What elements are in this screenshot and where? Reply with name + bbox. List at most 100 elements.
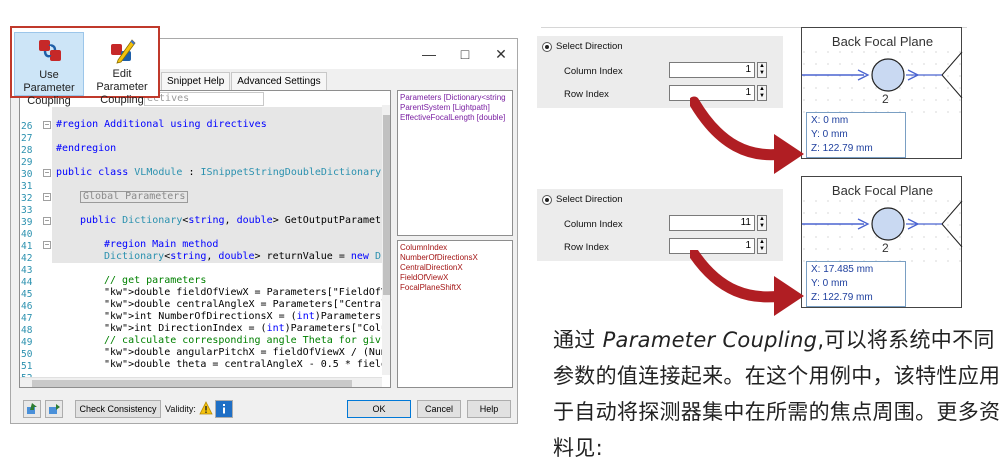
- line-number: 50: [21, 349, 33, 360]
- code-vertical-scrollbar[interactable]: [382, 105, 390, 375]
- column-index-stepper[interactable]: ▲ ▼: [757, 62, 767, 78]
- list-item[interactable]: Parameters [Dictionary<string: [400, 93, 510, 103]
- maximize-icon[interactable]: □: [455, 45, 475, 63]
- fold-toggle-icon[interactable]: −: [43, 169, 51, 177]
- fold-toggle-icon[interactable]: −: [43, 121, 51, 129]
- code-editor[interactable]: ectives 26 27 28 29 30 31 32 33 39 40 41 42 43 44 45 46…: [19, 90, 391, 388]
- line-number: 48: [21, 325, 33, 336]
- column-index-input[interactable]: 1: [669, 62, 755, 78]
- line-number: 45: [21, 289, 33, 300]
- arrow-icon: [690, 250, 804, 316]
- node-number: 2: [882, 241, 889, 255]
- column-index-stepper[interactable]: ▲ ▼: [757, 215, 767, 231]
- list-item[interactable]: ColumnIndex: [400, 243, 510, 253]
- check-consistency-button[interactable]: Check Consistency: [75, 400, 161, 418]
- parameter-coupling-ribbon: Use Parameter Coupling Edit Parameter Co…: [10, 26, 160, 107]
- line-number: 47: [21, 313, 33, 324]
- line-number: 43: [21, 265, 33, 276]
- column-index-input[interactable]: 11: [669, 215, 755, 231]
- dialog-tabs: Snippet Help Advanced Settings: [161, 72, 328, 90]
- back-focal-plane-title: Back Focal Plane: [831, 183, 934, 198]
- import-snippet-button[interactable]: [23, 400, 41, 418]
- code-line: #endregion: [56, 143, 117, 154]
- line-number: 33: [21, 205, 33, 216]
- line-number: 32: [21, 193, 33, 204]
- code-horizontal-scrollbar[interactable]: [20, 377, 382, 387]
- detector-node-icon: [802, 50, 963, 120]
- cancel-button[interactable]: Cancel: [417, 400, 461, 418]
- code-line: "kw">double centralAngleX = Parameters["…: [104, 299, 391, 310]
- edit-coupling-label-line2: Coupling: [100, 94, 144, 106]
- line-number: 28: [21, 145, 33, 156]
- members-list[interactable]: Parameters [Dictionary<string ParentSyst…: [397, 90, 513, 236]
- code-line: "kw">int DirectionIndex = (int)Parameter…: [104, 323, 390, 334]
- description-text: 通过 Parameter Coupling,可以将系统中不同参数的值连接起来。在…: [553, 322, 1001, 466]
- select-direction-label: Select Direction: [556, 194, 623, 205]
- code-region-band: [52, 179, 382, 191]
- vertical-scroll-thumb[interactable]: [383, 115, 390, 295]
- y-coordinate: Y: 0 mm: [811, 278, 848, 289]
- list-item[interactable]: ParentSystem [Lightpath]: [400, 103, 510, 113]
- list-item[interactable]: CentralDirectionX: [400, 263, 510, 273]
- y-coordinate: Y: 0 mm: [811, 129, 848, 140]
- line-number-gutter: 26 27 28 29 30 31 32 33 39 40 41 42 43 44 45 46 47 48 49 50…: [20, 105, 42, 384]
- tab-snippet-help[interactable]: Snippet Help: [161, 72, 231, 90]
- code-line: "kw">double theta = centralAngleX - 0.5 …: [104, 359, 391, 370]
- code-line: #region Main method: [104, 239, 219, 250]
- ok-button[interactable]: OK: [347, 400, 411, 418]
- fold-toggle-icon[interactable]: −: [43, 193, 51, 201]
- code-line: Global Parameters: [80, 191, 189, 203]
- select-direction-radio[interactable]: [542, 42, 552, 52]
- export-icon: [49, 404, 60, 414]
- use-parameter-coupling-button[interactable]: Use Parameter Coupling: [14, 32, 84, 107]
- row-index-label: Row Index: [564, 89, 609, 100]
- code-region-band: [52, 227, 382, 239]
- use-parameter-coupling-icon: [39, 40, 61, 61]
- code-line: public class VLModule : ISnippetStringDo…: [56, 167, 382, 178]
- select-direction-label: Select Direction: [556, 41, 623, 52]
- column-index-label: Column Index: [564, 219, 623, 230]
- edit-parameter-coupling-icon: [111, 39, 136, 64]
- fold-toggle-icon[interactable]: −: [43, 241, 51, 249]
- code-region-band: [52, 155, 382, 167]
- export-snippet-button[interactable]: [45, 400, 63, 418]
- line-number: 26: [21, 121, 33, 132]
- back-focal-plane-view: Back Focal Plane 2 X: 0 mm Y: 0 mm Z: 12…: [801, 27, 963, 159]
- line-number: 39: [21, 217, 33, 228]
- code-line: "kw">int NumberOfDirectionsX = (int)Para…: [104, 311, 390, 322]
- parameters-list[interactable]: ColumnIndex NumberOfDirectionsX CentralD…: [397, 240, 513, 388]
- line-number: 44: [21, 277, 33, 288]
- info-button[interactable]: [215, 400, 233, 418]
- back-focal-plane-view: Back Focal Plane 2 X: 17.485 mm Y: 0 mm: [801, 176, 963, 308]
- close-icon[interactable]: ✕: [491, 45, 511, 63]
- edit-coupling-label-line1: Edit Parameter: [96, 68, 148, 93]
- select-direction-radio[interactable]: [542, 195, 552, 205]
- help-button[interactable]: Help: [467, 400, 511, 418]
- code-search-input[interactable]: ectives: [144, 92, 264, 106]
- list-item[interactable]: FocalPlaneShiftX: [400, 283, 510, 293]
- code-line: // get parameters: [104, 275, 207, 286]
- line-number: 49: [21, 337, 33, 348]
- code-line: "kw">double angularPitchX = fieldOfViewX…: [104, 347, 391, 358]
- list-item[interactable]: NumberOfDirectionsX: [400, 253, 510, 263]
- line-number: 40: [21, 229, 33, 240]
- warning-icon: [199, 401, 213, 415]
- description-term: Parameter Coupling: [602, 328, 818, 352]
- minimize-icon[interactable]: —: [419, 45, 439, 63]
- line-number: 41: [21, 241, 33, 252]
- description-prefix: 通过: [553, 328, 603, 352]
- code-line: // calculate corresponding angle Theta f…: [104, 335, 381, 346]
- tab-advanced-settings[interactable]: Advanced Settings: [231, 72, 327, 90]
- validity-label: Validity:: [165, 404, 196, 414]
- line-number: 29: [21, 157, 33, 168]
- list-item[interactable]: FieldOfViewX: [400, 273, 510, 283]
- code-region-band: [52, 131, 382, 143]
- dialog-footer: Check Consistency Validity: OK Cancel He…: [19, 399, 511, 419]
- use-coupling-label-line1: Use Parameter: [23, 69, 75, 94]
- horizontal-scroll-thumb[interactable]: [32, 380, 352, 387]
- list-item[interactable]: EffectiveFocalLength [double]: [400, 113, 510, 123]
- z-coordinate: Z: 122.79 mm: [811, 292, 873, 303]
- edit-parameter-coupling-button[interactable]: Edit Parameter Coupling: [87, 32, 157, 106]
- fold-toggle-icon[interactable]: −: [43, 217, 51, 225]
- line-number: 46: [21, 301, 33, 312]
